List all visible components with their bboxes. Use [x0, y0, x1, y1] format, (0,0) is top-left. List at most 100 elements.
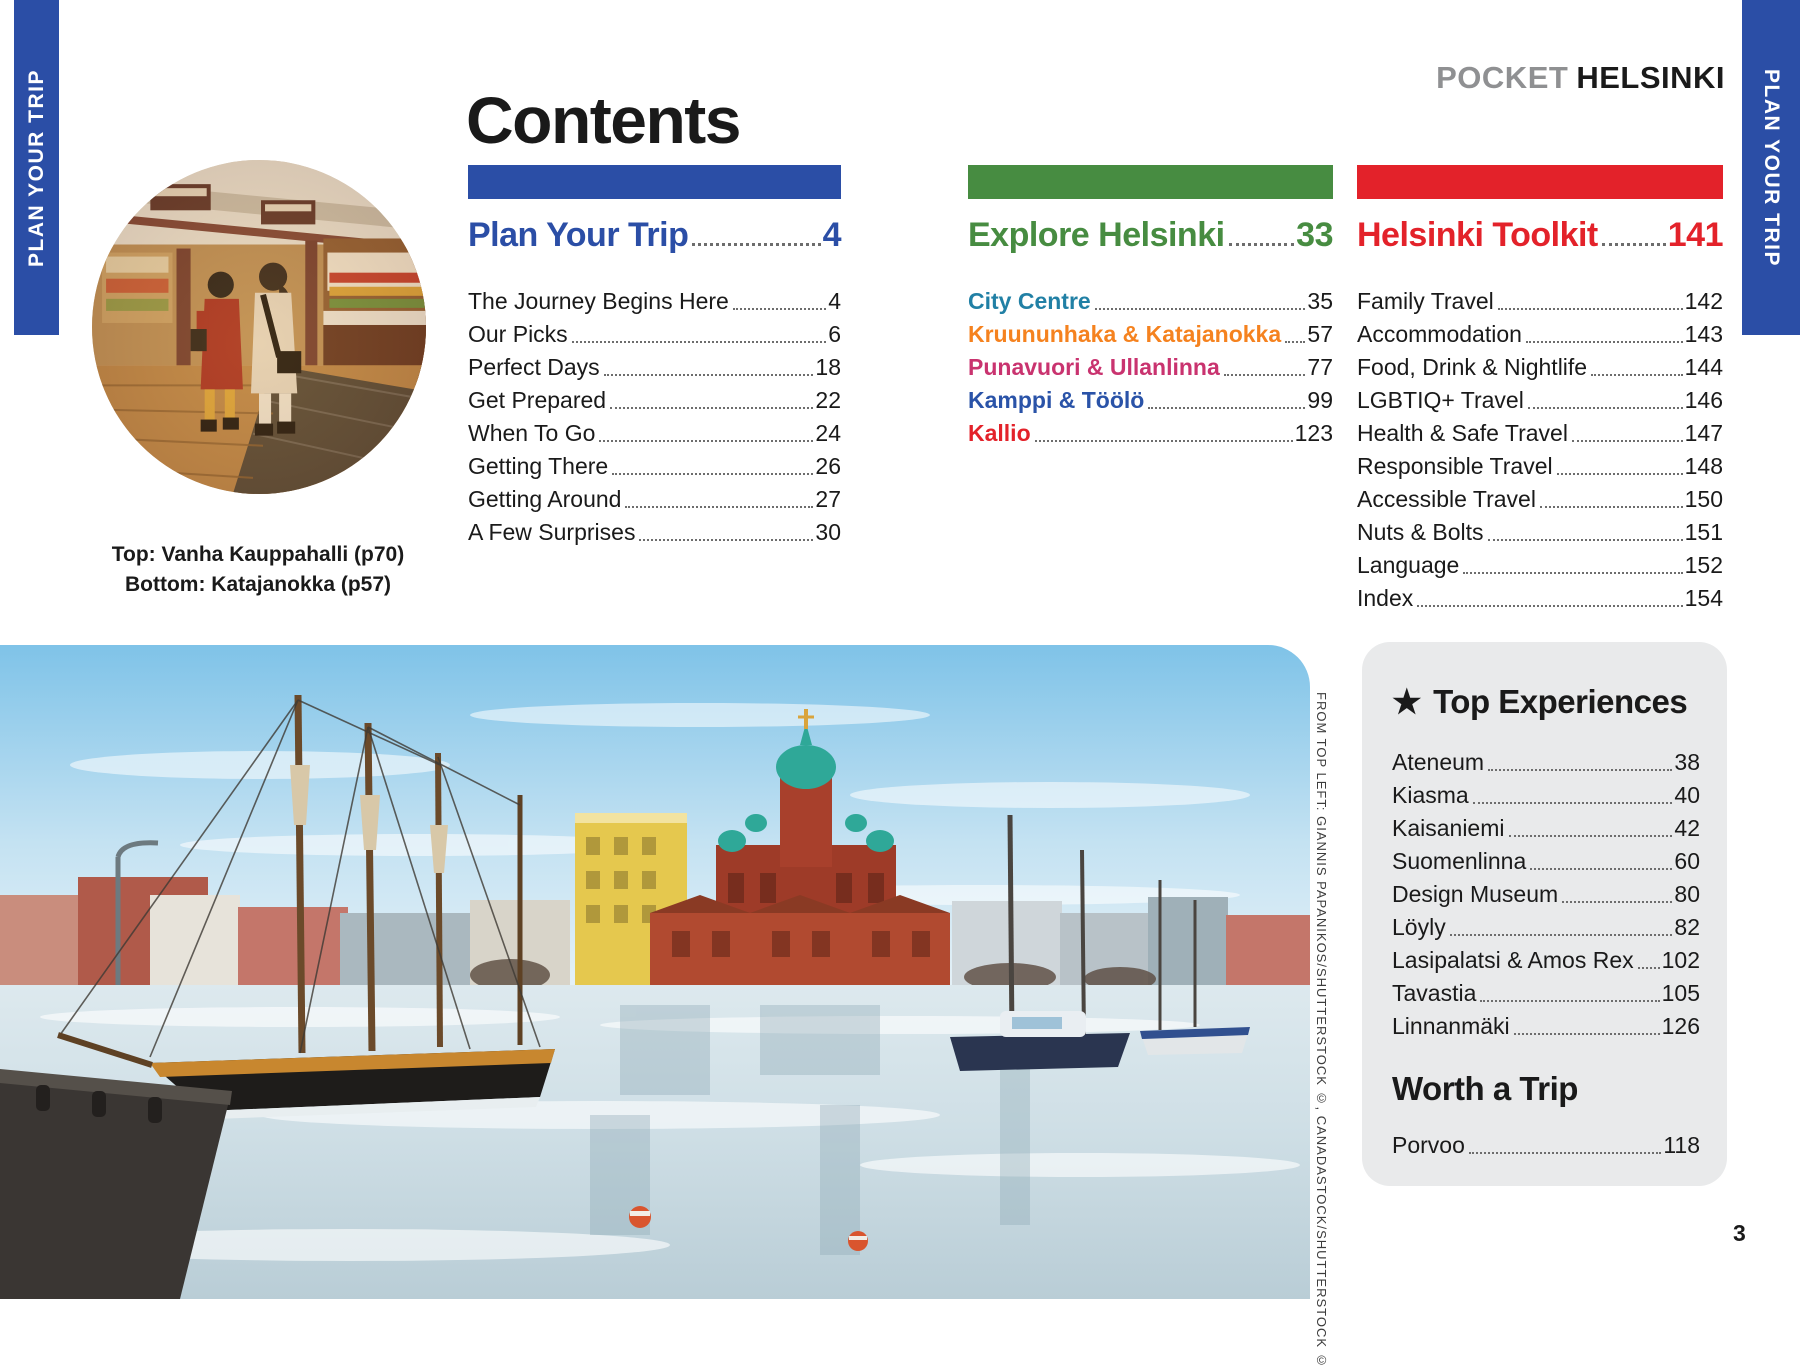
toc-item-label: Ateneum — [1392, 748, 1484, 777]
section-color-bar — [468, 165, 841, 199]
page-number: 3 — [1733, 1220, 1746, 1247]
side-tab-label: PLAN YOUR TRIP — [25, 69, 49, 267]
toc-item-label: Punavuori & Ullanlinna — [968, 353, 1220, 382]
side-tab-plan-your-trip-right: PLAN YOUR TRIP — [1742, 0, 1800, 335]
toc-item-label: Porvoo — [1392, 1131, 1465, 1160]
toc-item-page: 152 — [1685, 551, 1723, 580]
dotted-leader — [1530, 868, 1672, 870]
market-hall-illustration — [92, 160, 426, 494]
dotted-leader — [1035, 440, 1293, 442]
photo-caption: Top: Vanha Kauppahalli (p70) Bottom: Kat… — [48, 540, 468, 600]
toc-column-explore-helsinki: Explore Helsinki 33 City Centre35 Kruunun… — [968, 165, 1333, 448]
dotted-leader — [1540, 506, 1683, 508]
dotted-leader — [1638, 967, 1660, 969]
section-title: Plan Your Trip — [468, 215, 688, 255]
top-experiences-heading: ★ Top Experiences — [1392, 680, 1700, 724]
dotted-leader — [610, 407, 813, 409]
section-title: Helsinki Toolkit — [1357, 215, 1598, 255]
toc-item-label: Löyly — [1392, 913, 1446, 942]
dotted-leader — [1514, 1033, 1660, 1035]
toc-item-page: 102 — [1662, 946, 1700, 975]
toc-item-page: 82 — [1674, 913, 1700, 942]
toc-item-page: 150 — [1685, 485, 1723, 514]
toc-item-label: City Centre — [968, 287, 1091, 316]
toc-item-label: Family Travel — [1357, 287, 1494, 316]
brand-pocket: POCKET — [1436, 60, 1568, 95]
toc-list: City Centre35 Kruununhaka & Katajanokka 57… — [968, 283, 1333, 448]
toc-item-label: Kiasma — [1392, 781, 1469, 810]
toc-item: City Centre35 — [968, 283, 1333, 316]
toc-item: Our Picks 6 — [468, 316, 841, 349]
toc-item-label: A Few Surprises — [468, 518, 635, 547]
photo-caption-line2: Bottom: Katajanokka (p57) — [48, 570, 468, 600]
toc-item-page: 118 — [1663, 1131, 1700, 1160]
toc-item: LGBTIQ+ Travel146 — [1357, 382, 1723, 415]
toc-list: Family Travel142Accommodation143Food, Dr… — [1357, 283, 1723, 613]
top-experiences-list: Ateneum38Kiasma40Kaisaniemi42Suomenlinna… — [1392, 744, 1700, 1041]
dotted-leader — [1488, 539, 1683, 541]
dotted-leader — [599, 440, 813, 442]
dotted-leader — [1469, 1152, 1661, 1154]
section-heading: Plan Your Trip 4 — [468, 215, 841, 255]
toc-item-page: 24 — [815, 419, 841, 448]
toc-item-page: 30 — [815, 518, 841, 547]
toc-item-page: 151 — [1685, 518, 1723, 547]
toc-item-label: When To Go — [468, 419, 595, 448]
toc-item-label: Kruununhaka & Katajanokka — [968, 320, 1281, 349]
side-tab-label: PLAN YOUR TRIP — [1759, 69, 1783, 267]
toc-item-label: Accessible Travel — [1357, 485, 1536, 514]
toc-item-label: Accommodation — [1357, 320, 1522, 349]
dotted-leader — [1528, 407, 1683, 409]
toc-item: Löyly 82 — [1392, 909, 1700, 942]
toc-item: Getting There 26 — [468, 448, 841, 481]
toc-item-label: Get Prepared — [468, 386, 606, 415]
dotted-leader — [1285, 341, 1305, 343]
dotted-leader — [612, 473, 813, 475]
toc-item-label: Lasipalatsi & Amos Rex — [1392, 946, 1634, 975]
toc-item-label: LGBTIQ+ Travel — [1357, 386, 1524, 415]
toc-item: Accommodation143 — [1357, 316, 1723, 349]
photo-credit: FROM TOP LEFT: GIANNIS PAPANIKOS/SHUTTER… — [1314, 692, 1329, 1222]
page-title: Contents — [466, 82, 740, 158]
section-page: 33 — [1296, 215, 1333, 255]
section-title: Explore Helsinki — [968, 215, 1225, 255]
toc-item-label: Getting Around — [468, 485, 621, 514]
toc-item-label: Kallio — [968, 419, 1031, 448]
toc-item-page: 57 — [1307, 320, 1333, 349]
section-heading: Explore Helsinki 33 — [968, 215, 1333, 255]
toc-item-page: 126 — [1662, 1012, 1700, 1041]
dotted-leader — [604, 374, 814, 376]
toc-item: Ateneum38 — [1392, 744, 1700, 777]
toc-item-page: 6 — [828, 320, 841, 349]
dotted-leader — [733, 308, 826, 310]
toc-item-label: Linnanmäki — [1392, 1012, 1510, 1041]
section-page: 141 — [1668, 215, 1723, 255]
toc-item-label: Tavastia — [1392, 979, 1476, 1008]
section-heading: Helsinki Toolkit 141 — [1357, 215, 1723, 255]
dotted-leader — [1562, 901, 1672, 903]
toc-item: Accessible Travel 150 — [1357, 481, 1723, 514]
top-experiences-title: Top Experiences — [1433, 680, 1687, 724]
toc-item: Index154 — [1357, 580, 1723, 613]
toc-item-label: Our Picks — [468, 320, 568, 349]
toc-item-label: Kaisaniemi — [1392, 814, 1505, 843]
toc-item-label: Getting There — [468, 452, 608, 481]
toc-item-label: The Journey Begins Here — [468, 287, 729, 316]
dotted-leader — [1417, 605, 1682, 607]
dotted-leader — [1229, 243, 1295, 246]
toc-item: Punavuori & Ullanlinna 77 — [968, 349, 1333, 382]
dotted-leader — [1480, 1000, 1659, 1002]
brand-helsinki: HELSINKI — [1576, 60, 1725, 95]
toc-item-page: 147 — [1685, 419, 1723, 448]
worth-a-trip-list: Porvoo 118 — [1392, 1127, 1700, 1160]
toc-item-page: 148 — [1685, 452, 1723, 481]
toc-item-page: 77 — [1307, 353, 1333, 382]
toc-item-page: 4 — [828, 287, 841, 316]
section-color-bar — [968, 165, 1333, 199]
dotted-leader — [1450, 934, 1673, 936]
toc-item-label: Language — [1357, 551, 1459, 580]
toc-item-page: 26 — [815, 452, 841, 481]
harbor-photo — [0, 645, 1310, 1299]
market-hall-photo — [92, 160, 426, 494]
top-experiences-panel: ★ Top Experiences Ateneum38Kiasma40Kaisa… — [1362, 642, 1727, 1186]
